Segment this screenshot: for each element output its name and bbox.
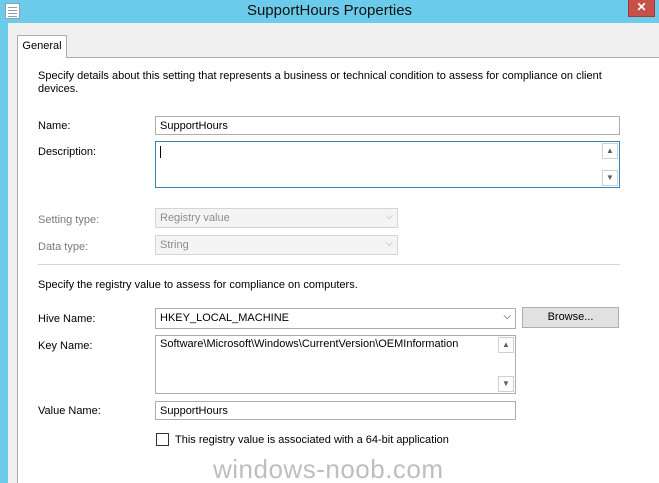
browse-button[interactable]: Browse... — [522, 307, 619, 328]
registry-intro-text: Specify the registry value to assess for… — [38, 279, 358, 291]
data-type-label: Data type: — [38, 241, 89, 253]
title-bar[interactable]: SupportHours Properties ✕ — [0, 0, 659, 23]
key-name-value: Software\Microsoft\Windows\CurrentVersio… — [160, 338, 459, 350]
chevron-down-icon: ⌵ — [503, 311, 511, 322]
text-caret — [160, 146, 161, 158]
general-intro-text: Specify details about this setting that … — [38, 70, 602, 82]
section-divider — [38, 264, 620, 265]
hive-name-value: HKEY_LOCAL_MACHINE — [160, 312, 289, 324]
setting-type-value: Registry value — [160, 212, 230, 224]
chevron-down-icon: ⌵ — [385, 238, 393, 249]
key-name-label: Key Name: — [38, 340, 93, 352]
64bit-checkbox-label[interactable]: This registry value is associated with a… — [175, 434, 449, 446]
hive-name-select[interactable]: HKEY_LOCAL_MACHINE ⌵ — [155, 308, 516, 329]
key-name-textarea[interactable]: Software\Microsoft\Windows\CurrentVersio… — [155, 335, 516, 394]
setting-type-label: Setting type: — [38, 214, 100, 226]
close-button[interactable]: ✕ — [628, 0, 655, 17]
general-intro-text-line2: devices. — [38, 83, 79, 95]
description-textarea[interactable]: ▲ ▼ — [155, 141, 620, 188]
watermark: windows-noob.com — [213, 454, 444, 483]
scroll-down-icon[interactable]: ▼ — [498, 376, 514, 392]
scroll-up-icon[interactable]: ▲ — [602, 143, 618, 159]
value-name-label: Value Name: — [38, 405, 101, 417]
setting-type-select[interactable]: Registry value ⌵ — [155, 208, 398, 228]
64bit-checkbox[interactable] — [156, 433, 169, 446]
description-label: Description: — [38, 146, 97, 158]
scroll-down-icon[interactable]: ▼ — [602, 170, 618, 186]
key-name-scrollbar[interactable]: ▲ ▼ — [498, 337, 514, 392]
data-type-select[interactable]: String ⌵ — [155, 235, 398, 255]
data-type-value: String — [160, 239, 189, 251]
scroll-up-icon[interactable]: ▲ — [498, 337, 514, 353]
chevron-down-icon: ⌵ — [385, 211, 393, 222]
window-frame — [0, 23, 8, 483]
name-label: Name: — [38, 120, 71, 132]
description-scrollbar[interactable]: ▲ ▼ — [602, 143, 618, 186]
window-title: SupportHours Properties — [246, 2, 413, 19]
general-tab-panel: Specify details about this setting that … — [17, 57, 659, 483]
name-input[interactable] — [155, 116, 620, 135]
value-name-input[interactable] — [155, 401, 516, 420]
hive-name-label: Hive Name: — [38, 313, 96, 325]
tab-general[interactable]: General — [17, 35, 67, 58]
